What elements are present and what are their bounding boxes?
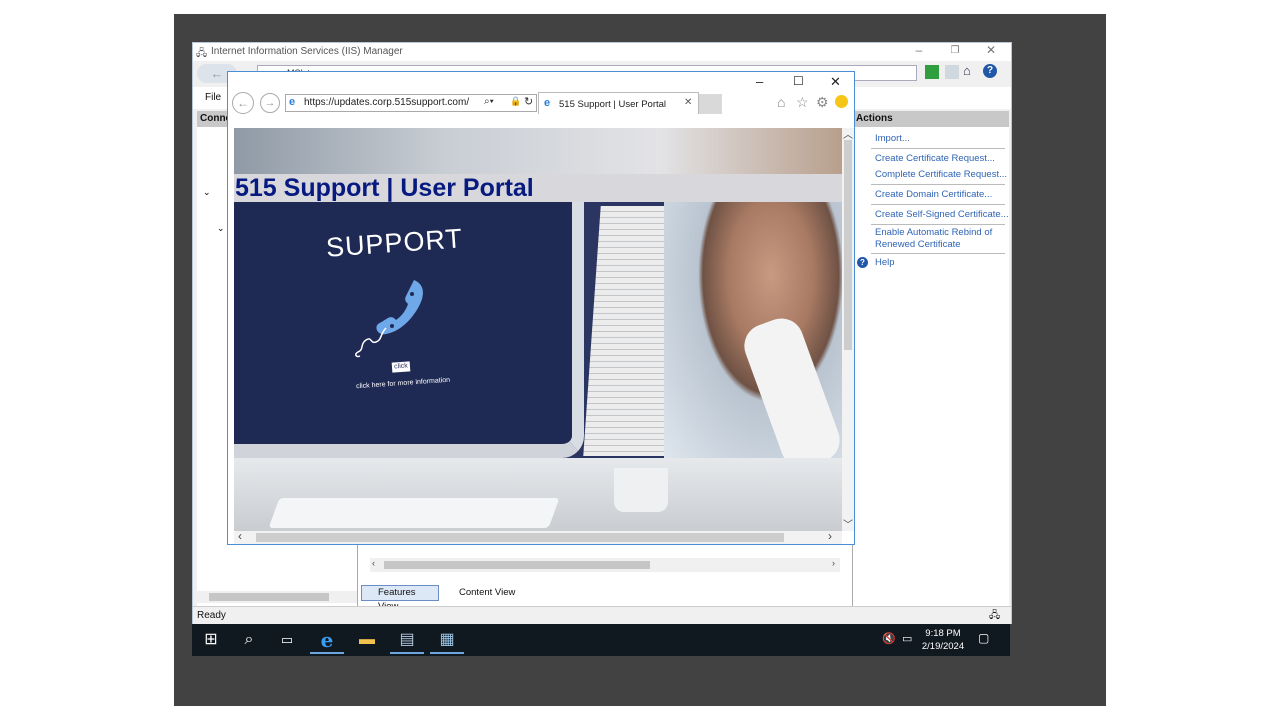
volume-muted-icon[interactable]: 🔇 [882,632,896,645]
divider [871,148,1005,149]
scroll-left-icon[interactable]: ‹ [372,558,375,568]
url-text: https://updates.corp.515support.com/ [304,97,470,108]
minimize-button[interactable]: – [909,43,929,57]
clock-date: 2/19/2024 [921,641,965,652]
tree-horizontal-scrollbar[interactable] [197,591,357,603]
home-icon[interactable]: ⌂ [777,94,785,110]
status-icon: 🖧 [989,610,1001,621]
browser-tab[interactable]: e 515 Support | User Portal ✕ [538,92,699,114]
page-content: 515 Support | User Portal SUPPORT click … [234,128,842,531]
status-text: Ready [197,610,226,621]
notification-icon[interactable]: ▢ [978,631,989,645]
iis-title-bar: 🖧 Internet Information Services (IIS) Ma… [193,43,1011,61]
page-vertical-scrollbar[interactable]: ︿ ﹀ [842,128,854,531]
back-icon[interactable]: ← [232,92,254,114]
help-icon: ? [857,257,868,268]
star-icon[interactable]: ☆ [796,94,809,111]
actions-label: Actions [856,113,893,124]
divider [871,253,1005,254]
close-button[interactable]: ✕ [981,43,1001,57]
browser-window: – ☐ ✕ ← → e https://updates.corp.515supp… [227,71,855,545]
tab-close-icon[interactable]: ✕ [684,97,692,108]
tab-title: 515 Support | User Portal [559,99,667,110]
scroll-right-icon[interactable]: › [832,558,835,568]
actions-header: Actions [853,111,1009,127]
action-create-domain-certificate[interactable]: Create Domain Certificate... [875,189,992,200]
chevron-down-icon[interactable]: ⌄ [217,223,225,234]
iis-toolbar-icon[interactable] [945,65,959,79]
divider [871,224,1005,225]
iis-title: Internet Information Services (IIS) Mana… [211,46,403,57]
search-icon[interactable]: ⌕▾ [484,96,494,107]
features-horizontal-scrollbar[interactable]: ‹ › [370,558,840,572]
refresh-icon[interactable]: ↻ [524,95,533,108]
ie-icon[interactable]: e [310,626,344,654]
scrollbar-thumb[interactable] [384,561,650,569]
scrollbar-thumb[interactable] [209,593,329,601]
taskbar: ⊞ ⌕ ▭ e ▬ ▤ ▦ 🔇 ▭ 9:18 PM 2/19/2024 ▢ [192,624,1010,656]
new-tab-button[interactable] [699,94,722,114]
action-help[interactable]: Help [875,257,895,268]
ie-page-icon: e [289,96,296,108]
minimize-button[interactable]: – [756,74,763,89]
scroll-left-icon[interactable]: ‹ [238,529,242,543]
iis-manager-icon[interactable]: ▦ [430,626,464,654]
content-view-tab[interactable]: Content View [443,585,523,601]
file-explorer-icon[interactable]: ▬ [350,626,384,654]
chevron-down-icon[interactable]: ⌄ [203,187,211,198]
action-enable-automatic-rebind[interactable]: Enable Automatic Rebind of Renewed Certi… [875,227,1003,251]
action-complete-certificate-request[interactable]: Complete Certificate Request... [875,169,1007,180]
status-bar: Ready 🖧 [193,606,1011,624]
home-icon[interactable]: ⌂ [963,63,971,78]
hero-photo-top [234,128,842,174]
maximize-button[interactable]: ☐ [793,74,804,88]
page-horizontal-scrollbar[interactable]: ‹ › [234,529,842,544]
menu-file[interactable]: File [205,92,221,103]
coffee-cup [614,468,668,512]
action-create-certificate-request[interactable]: Create Certificate Request... [875,153,995,164]
features-view-tab[interactable]: Features View [361,585,439,612]
clock-time: 9:18 PM [925,628,961,639]
scroll-down-icon[interactable]: ﹀ [843,516,853,531]
action-import[interactable]: Import... [875,133,910,144]
windows-start-icon[interactable]: ⊞ [194,626,228,654]
server-manager-icon[interactable]: ▤ [390,626,424,654]
gear-icon[interactable]: ⚙ [816,94,829,111]
ie-page-icon: e [544,97,551,109]
iis-toolbar-icon[interactable] [925,65,939,79]
keyboard [268,498,560,528]
forward-icon[interactable]: → [260,93,280,113]
hero-click-button[interactable]: click [391,361,411,373]
divider [871,184,1005,185]
scroll-right-icon[interactable]: › [828,529,832,543]
close-button[interactable]: ✕ [830,74,841,90]
scrollbar-thumb[interactable] [844,140,852,350]
scroll-up-icon[interactable]: ︿ [843,126,853,141]
network-icon[interactable]: ▭ [902,632,912,645]
phone-cord-icon [355,327,387,358]
action-create-self-signed-certificate[interactable]: Create Self-Signed Certificate... [875,209,1009,220]
actions-pane: Import... Create Certificate Request... … [853,127,1009,607]
taskbar-clock[interactable]: 9:18 PM 2/19/2024 [920,627,966,653]
restore-button[interactable]: ❐ [945,45,965,56]
divider [871,204,1005,205]
address-bar[interactable]: e https://updates.corp.515support.com/ ⌕… [285,94,537,112]
portal-heading: 515 Support | User Portal [235,174,534,202]
smiley-icon[interactable] [835,95,848,108]
scrollbar-thumb[interactable] [256,533,784,542]
help-icon[interactable]: ? [983,64,997,78]
task-view-icon[interactable]: ▭ [270,626,304,654]
lock-icon[interactable]: 🔒 [510,96,521,107]
search-icon[interactable]: ⌕ [232,626,266,654]
